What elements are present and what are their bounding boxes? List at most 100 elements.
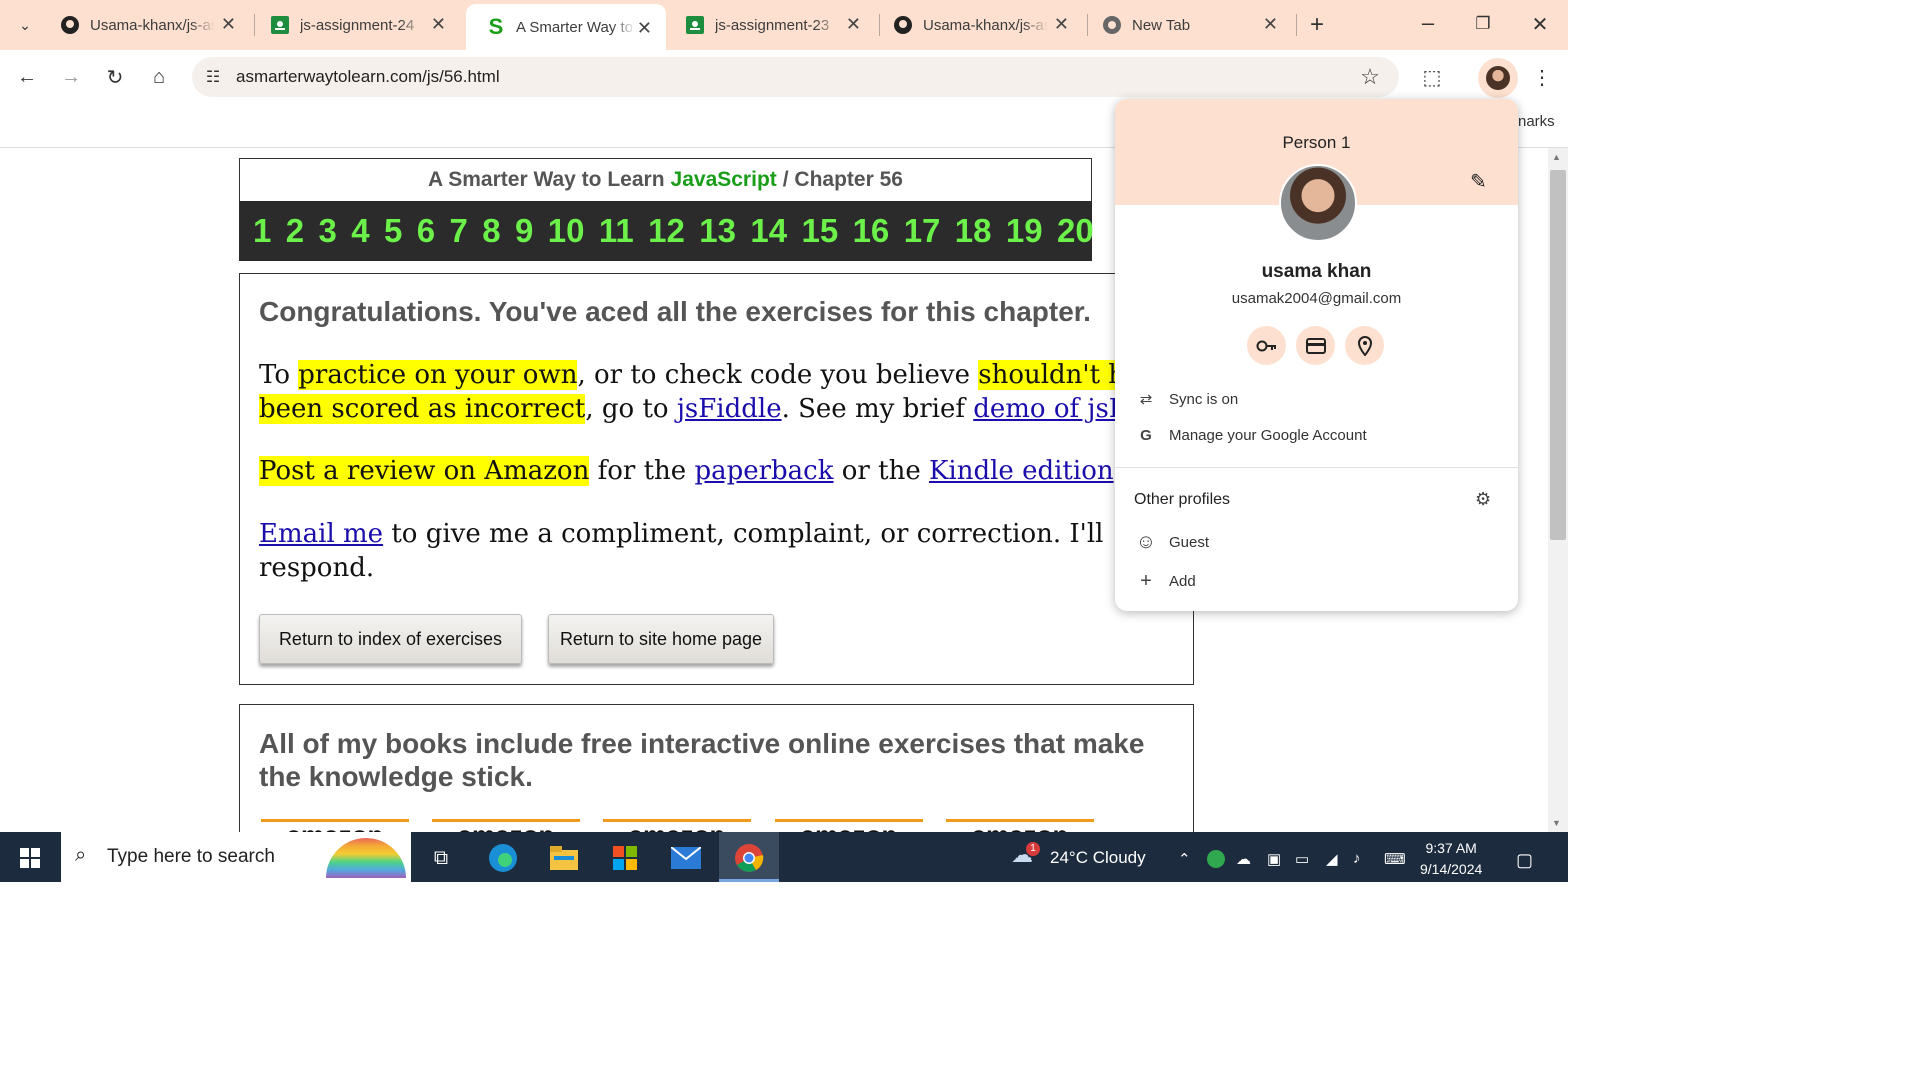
tab-js-assignment-24[interactable]: js-assignment-24 ✕ [250,0,460,50]
chapter-link[interactable]: 4 [351,212,369,250]
scrollbar-thumb[interactable] [1550,170,1566,540]
chapter-link[interactable]: 9 [515,212,533,250]
close-icon[interactable]: ✕ [1263,14,1278,34]
task-view-icon[interactable]: ⧉ [423,840,459,876]
gear-icon[interactable]: ⚙ [1475,489,1491,510]
avatar [1279,164,1357,242]
close-icon[interactable]: ✕ [1054,14,1069,34]
microsoft-store-icon[interactable] [607,840,643,876]
chapter-link[interactable]: 7 [450,212,468,250]
restore-icon[interactable]: ❐ [1468,9,1498,39]
close-icon[interactable]: ✕ [846,14,861,34]
return-to-home-button[interactable]: Return to site home page [548,614,774,664]
back-icon[interactable]: ← [12,62,42,92]
chapter-link[interactable]: 18 [955,212,992,250]
chapter-link[interactable]: 16 [853,212,890,250]
profile-label: Person 1 [1282,133,1351,152]
tab-new-tab[interactable]: New Tab ✕ [1082,0,1292,50]
close-icon[interactable]: ✕ [221,14,236,34]
chapter-link[interactable]: 13 [699,212,736,250]
jsfiddle-link[interactable]: jsFiddle [677,394,782,424]
chapter-link[interactable]: 1 [253,212,271,250]
app-tray-icon[interactable] [1207,850,1225,868]
scroll-down-icon[interactable]: ▼ [1552,818,1561,828]
tab-smarter-way[interactable]: S A Smarter Way to L ✕ [466,4,666,50]
chapter-link[interactable]: 14 [750,212,787,250]
chapter-link[interactable]: 10 [548,212,585,250]
chapter-link[interactable]: 17 [904,212,941,250]
taskbar-search-box[interactable]: ⌕ Type here to search [61,832,411,882]
header-javascript: JavaScript [670,168,777,191]
time: 9:37 AM [1425,840,1477,856]
chevron-up-icon[interactable]: ⌃ [1178,850,1191,868]
clock[interactable]: 9:37 AM 9/14/2024 [1420,838,1482,880]
extensions-icon[interactable]: ⬚ [1417,62,1447,92]
kindle-link[interactable]: Kindle edition [929,456,1114,486]
weather-text[interactable]: 24°C Cloudy [1050,848,1146,868]
chapter-link[interactable]: 3 [319,212,337,250]
mail-icon[interactable] [668,840,704,876]
address-pin-icon[interactable] [1345,326,1384,365]
chapter-link[interactable]: 6 [417,212,435,250]
home-icon[interactable]: ⌂ [144,62,174,92]
github-icon [60,15,80,35]
bookmark-star-icon[interactable]: ☆ [1355,62,1385,92]
minimize-icon[interactable]: – [1413,8,1443,38]
volume-icon[interactable]: ♪ [1353,850,1361,867]
tab-search-chevron-icon[interactable]: ⌄ [10,10,40,40]
url-text[interactable]: asmarterwaytolearn.com/js/56.html [236,67,500,87]
wifi-icon[interactable]: ◢ [1326,850,1338,868]
reload-icon[interactable]: ↻ [100,62,130,92]
highlight: practice on your own [298,360,578,390]
tab-github-1[interactable]: Usama-khanx/js-as ✕ [40,0,250,50]
chapter-link[interactable]: 11 [599,212,634,250]
chapter-link[interactable]: 12 [648,212,685,250]
onedrive-cloud-icon[interactable]: ☁ [1236,850,1251,868]
payment-card-icon[interactable] [1296,326,1335,365]
forward-icon[interactable]: → [56,62,86,92]
scroll-up-icon[interactable]: ▲ [1552,152,1561,162]
text: , go to [585,394,677,424]
notifications-icon[interactable]: ▢ [1516,850,1533,871]
file-explorer-icon[interactable] [546,840,582,876]
plus-icon: + [1140,570,1152,592]
google-classroom-icon [685,15,705,35]
new-tab-plus-icon[interactable]: + [1302,10,1332,40]
tab-js-assignment-23[interactable]: js-assignment-23 ✕ [665,0,875,50]
sync-icon: ⇄ [1139,391,1153,408]
chapter-link[interactable]: 20 [1057,212,1094,250]
keyboard-icon[interactable]: ⌨ [1384,850,1406,868]
edit-pencil-icon[interactable]: ✎ [1470,169,1487,194]
chapter-link[interactable]: 5 [384,212,402,250]
user-name: usama khan [1261,261,1372,282]
guest-profile-row[interactable]: ☺ Guest [1135,531,1209,554]
chrome-icon[interactable] [731,840,767,876]
email-link[interactable]: Email me [259,519,383,549]
site-info-icon[interactable]: ☷ [198,62,228,92]
bookmarks-label-partial[interactable]: narks [1518,113,1555,130]
passwords-key-icon[interactable] [1247,326,1286,365]
chapter-link[interactable]: 2 [286,212,304,250]
manage-account-row[interactable]: G Manage your Google Account [1135,427,1366,444]
close-icon[interactable]: ✕ [431,14,446,34]
user-email: usamak2004@gmail.com [1231,290,1402,307]
return-to-index-button[interactable]: Return to index of exercises [259,614,522,664]
chapter-link[interactable]: 19 [1006,212,1043,250]
close-icon[interactable]: ✕ [637,18,652,38]
divider [1115,467,1518,468]
battery-icon[interactable]: ▭ [1295,850,1309,868]
window-close-icon[interactable]: ✕ [1525,9,1555,39]
windows-start-icon[interactable] [12,840,48,876]
meet-icon[interactable]: ▣ [1267,850,1281,868]
address-bar[interactable]: ☷ asmarterwaytolearn.com/js/56.html ☆ [192,57,1399,97]
menu-kebab-icon[interactable]: ⋮ [1527,62,1557,92]
add-profile-row[interactable]: + Add [1135,570,1196,593]
books-heading: All of my books include free interactive… [259,728,1145,792]
chapter-link[interactable]: 8 [482,212,500,250]
chapter-link[interactable]: 15 [801,212,838,250]
paperback-link[interactable]: paperback [694,456,833,486]
tab-github-2[interactable]: Usama-khanx/js-as ✕ [873,0,1083,50]
edge-icon[interactable] [485,840,521,876]
sync-row[interactable]: ⇄ Sync is on [1135,390,1239,409]
profile-avatar-button[interactable] [1478,58,1518,98]
